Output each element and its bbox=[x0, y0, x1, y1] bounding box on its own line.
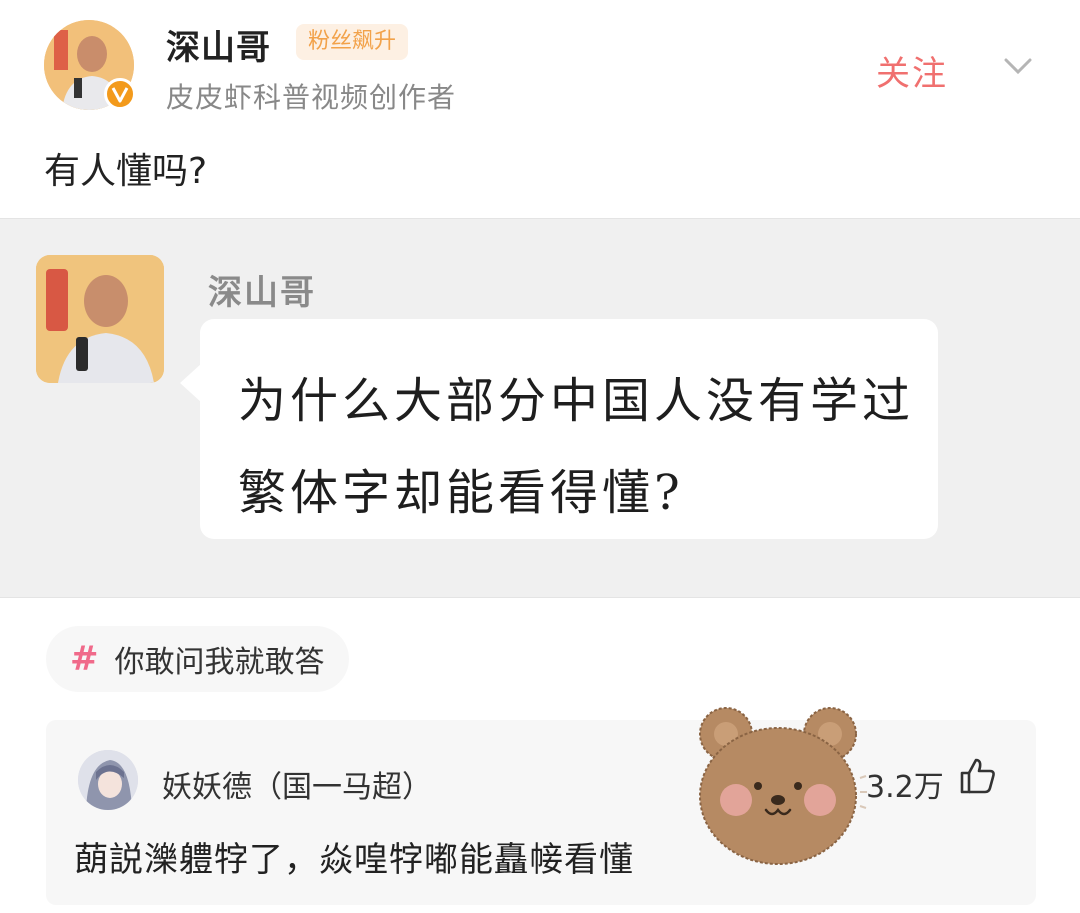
verified-icon bbox=[104, 78, 136, 110]
thumbs-up-icon[interactable] bbox=[958, 756, 998, 796]
quote-avatar bbox=[36, 255, 164, 383]
avatar-portrait-icon bbox=[36, 255, 164, 383]
comment-text: 蓢説濼軆牸了，焱喤牸嘟能矗帹看懂 bbox=[74, 840, 634, 880]
topic-tag[interactable]: # 你敢问我就敢答 bbox=[46, 626, 349, 692]
question-text: 为什么大部分中国人没有学过繁体字却能看得懂? bbox=[238, 373, 915, 521]
anime-avatar-icon bbox=[78, 750, 138, 810]
quote-author-name: 深山哥 bbox=[208, 273, 316, 313]
chevron-down-icon[interactable] bbox=[1000, 48, 1036, 84]
commenter-name[interactable]: 妖妖德（国一马超） bbox=[162, 762, 432, 806]
quoted-question-image[interactable]: 深山哥 为什么大部分中国人没有学过繁体字却能看得懂? bbox=[0, 218, 1080, 598]
bear-sticker-icon bbox=[699, 707, 867, 865]
author-name[interactable]: 深山哥 bbox=[166, 20, 271, 69]
speech-bubble: 为什么大部分中国人没有学过繁体字却能看得懂? bbox=[180, 319, 938, 539]
commenter-avatar[interactable] bbox=[78, 750, 138, 810]
top-comment[interactable]: 妖妖德（国一马超） 3.2万 蓢説濼軆牸了，焱喤牸嘟能矗帹看懂 bbox=[46, 720, 1036, 905]
author-avatar[interactable] bbox=[44, 20, 136, 110]
fan-surge-badge: 粉丝飙升 bbox=[296, 24, 409, 60]
author-subtitle: 皮皮虾科普视频创作者 bbox=[166, 81, 457, 114]
like-count: 3.2万 bbox=[866, 770, 944, 805]
hashtag-icon: # bbox=[70, 639, 99, 679]
topic-label: 你敢问我就敢答 bbox=[114, 645, 325, 680]
post-text: 有人懂吗? bbox=[44, 151, 208, 192]
follow-button[interactable]: 关注 bbox=[876, 46, 948, 95]
post-header: 深山哥 粉丝飙升 皮皮虾科普视频创作者 关注 bbox=[0, 0, 1080, 130]
